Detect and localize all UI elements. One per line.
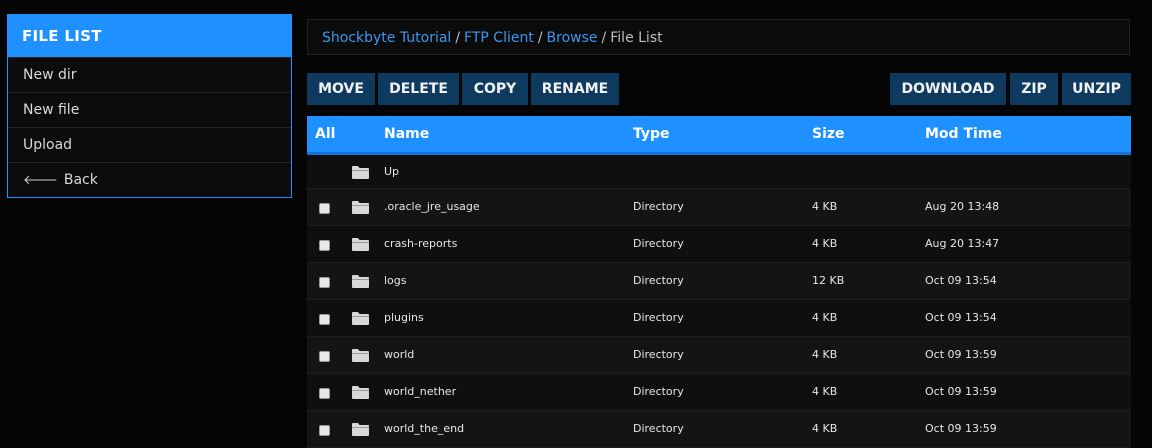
type-column-header[interactable]: Type bbox=[633, 116, 670, 152]
size-column-header[interactable]: Size bbox=[812, 116, 845, 152]
file-name[interactable]: .oracle_jre_usage bbox=[384, 189, 480, 225]
file-type: Directory bbox=[633, 274, 684, 287]
sidebar-item-label: Upload bbox=[23, 137, 73, 153]
file-type: Directory bbox=[633, 311, 684, 324]
move-button[interactable]: MOVE bbox=[307, 73, 375, 105]
file-modtime: Oct 09 13:59 bbox=[925, 422, 997, 435]
breadcrumb-link-shockbyte-tutorial[interactable]: Shockbyte Tutorial bbox=[322, 30, 451, 46]
table-row[interactable]: world Directory 4 KB Oct 09 13:59 bbox=[307, 337, 1131, 374]
sidebar: FILE LIST New dir New file Upload 🡐 Back bbox=[7, 14, 292, 198]
download-button[interactable]: DOWNLOAD bbox=[890, 73, 1006, 105]
sidebar-item-new-file[interactable]: New file bbox=[8, 92, 291, 127]
file-name[interactable]: logs bbox=[384, 263, 407, 299]
file-modtime: Aug 20 13:48 bbox=[925, 200, 1000, 213]
sidebar-item-back[interactable]: 🡐 Back bbox=[8, 162, 291, 197]
file-size: 4 KB bbox=[812, 348, 838, 361]
table-row[interactable]: world_nether Directory 4 KB Oct 09 13:59 bbox=[307, 374, 1131, 411]
file-type: Directory bbox=[633, 200, 684, 213]
row-checkbox[interactable] bbox=[319, 314, 330, 325]
file-modtime: Oct 09 13:59 bbox=[925, 348, 997, 361]
breadcrumb-separator: / bbox=[601, 30, 607, 46]
breadcrumb-separator: / bbox=[537, 30, 543, 46]
breadcrumb-separator: / bbox=[455, 30, 461, 46]
file-size: 4 KB bbox=[812, 422, 838, 435]
breadcrumb-link-browse[interactable]: Browse bbox=[547, 30, 598, 46]
file-size: 12 KB bbox=[812, 274, 845, 287]
breadcrumb: Shockbyte Tutorial / FTP Client / Browse / Fil… bbox=[307, 19, 1130, 55]
sidebar-item-new-dir[interactable]: New dir bbox=[8, 57, 291, 92]
delete-button[interactable]: DELETE bbox=[378, 73, 459, 105]
copy-button[interactable]: COPY bbox=[462, 73, 528, 105]
file-size: 4 KB bbox=[812, 200, 838, 213]
zip-button[interactable]: ZIP bbox=[1010, 73, 1058, 105]
table-body: Up .oracle_jre_usage Directory 4 KB Aug 20 … bbox=[307, 155, 1131, 448]
folder-icon bbox=[352, 312, 369, 325]
file-name[interactable]: world bbox=[384, 337, 414, 373]
sidebar-item-label: New file bbox=[23, 102, 80, 118]
file-name[interactable]: world_the_end bbox=[384, 411, 464, 447]
arrow-left-icon: 🡐 bbox=[23, 173, 58, 188]
sidebar-title: FILE LIST bbox=[8, 15, 291, 57]
file-name[interactable]: crash-reports bbox=[384, 226, 457, 262]
file-size: 4 KB bbox=[812, 237, 838, 250]
table-row-up[interactable]: Up bbox=[307, 155, 1131, 189]
file-type: Directory bbox=[633, 237, 684, 250]
row-checkbox[interactable] bbox=[319, 203, 330, 214]
breadcrumb-current: File List bbox=[610, 30, 663, 46]
table-row[interactable]: .oracle_jre_usage Directory 4 KB Aug 20 13:… bbox=[307, 189, 1131, 226]
sidebar-item-upload[interactable]: Upload bbox=[8, 127, 291, 162]
table-row[interactable]: plugins Directory 4 KB Oct 09 13:54 bbox=[307, 300, 1131, 337]
table-row[interactable]: logs Directory 12 KB Oct 09 13:54 bbox=[307, 263, 1131, 300]
table-header: All Name Type Size Mod Time bbox=[307, 116, 1131, 155]
row-checkbox[interactable] bbox=[319, 388, 330, 399]
row-checkbox[interactable] bbox=[319, 240, 330, 251]
rename-button[interactable]: RENAME bbox=[531, 73, 619, 105]
file-type: Directory bbox=[633, 385, 684, 398]
up-link[interactable]: Up bbox=[384, 155, 399, 188]
name-column-header[interactable]: Name bbox=[384, 116, 429, 152]
modtime-column-header[interactable]: Mod Time bbox=[925, 116, 1002, 152]
file-modtime: Oct 09 13:54 bbox=[925, 311, 997, 324]
folder-icon bbox=[352, 349, 369, 362]
select-all-header[interactable]: All bbox=[315, 116, 335, 152]
file-type: Directory bbox=[633, 348, 684, 361]
sidebar-item-label: New dir bbox=[23, 67, 77, 83]
file-name[interactable]: plugins bbox=[384, 300, 424, 336]
sidebar-item-label: Back bbox=[63, 172, 98, 188]
table-row[interactable]: world_the_end Directory 4 KB Oct 09 13:59 bbox=[307, 411, 1131, 448]
file-size: 4 KB bbox=[812, 311, 838, 324]
file-modtime: Oct 09 13:59 bbox=[925, 385, 997, 398]
folder-icon bbox=[352, 386, 369, 399]
file-modtime: Aug 20 13:47 bbox=[925, 237, 1000, 250]
folder-icon bbox=[352, 238, 369, 251]
row-checkbox[interactable] bbox=[319, 351, 330, 362]
table-row[interactable]: crash-reports Directory 4 KB Aug 20 13:47 bbox=[307, 226, 1131, 263]
breadcrumb-link-ftp-client[interactable]: FTP Client bbox=[464, 30, 534, 46]
row-checkbox[interactable] bbox=[319, 425, 330, 436]
file-size: 4 KB bbox=[812, 385, 838, 398]
file-name[interactable]: world_nether bbox=[384, 374, 456, 410]
folder-icon bbox=[352, 201, 369, 214]
unzip-button[interactable]: UNZIP bbox=[1062, 73, 1131, 105]
folder-icon bbox=[352, 423, 369, 436]
row-checkbox[interactable] bbox=[319, 277, 330, 288]
file-table: All Name Type Size Mod Time Up .oracle_j… bbox=[307, 116, 1131, 448]
file-type: Directory bbox=[633, 422, 684, 435]
file-modtime: Oct 09 13:54 bbox=[925, 274, 997, 287]
folder-icon bbox=[352, 166, 369, 179]
folder-icon bbox=[352, 275, 369, 288]
